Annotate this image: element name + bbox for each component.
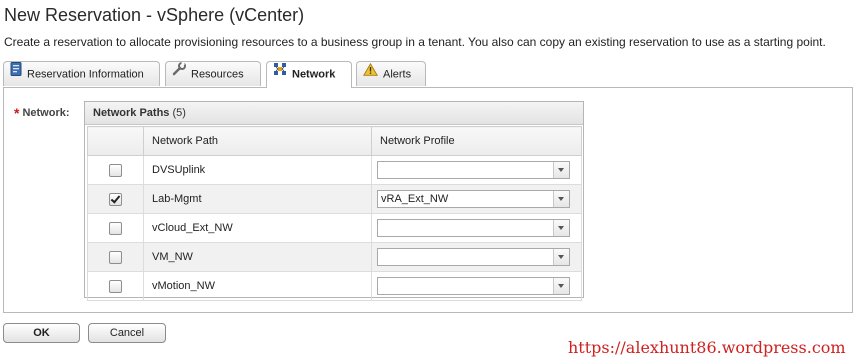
tab-label: Alerts: [383, 68, 412, 81]
network-label-text: Network:: [22, 107, 70, 119]
chevron-down-icon[interactable]: [553, 191, 569, 207]
row-select-cell: [87, 184, 144, 214]
chevron-down-icon[interactable]: [553, 162, 569, 178]
watermark-url: https://alexhunt86.wordpress.com: [568, 338, 846, 357]
network-profile-select[interactable]: [377, 277, 570, 295]
tab-reservation-information[interactable]: Reservation Information: [3, 61, 160, 86]
table-row: vMotion_NW: [87, 271, 582, 301]
row-select-cell: [87, 213, 144, 243]
network-path-cell: VM_NW: [143, 242, 372, 272]
chevron-down-icon[interactable]: [553, 278, 569, 294]
network-profile-select[interactable]: vRA_Ext_NW: [377, 190, 570, 208]
network-profile-select[interactable]: [377, 161, 570, 179]
row-checkbox[interactable]: [109, 250, 122, 264]
row-checkbox[interactable]: [109, 221, 122, 235]
table-header-row: Network Path Network Profile: [87, 126, 582, 156]
tab-resources[interactable]: Resources: [165, 61, 261, 86]
network-profile-cell: [371, 155, 582, 185]
table-row: VM_NW: [87, 242, 582, 272]
network-path-cell: vMotion_NW: [143, 271, 372, 301]
tab-label: Reservation Information: [27, 68, 144, 81]
network-field-label: * Network:: [14, 103, 70, 121]
network-path-cell: Lab-Mgmt: [143, 184, 372, 214]
tab-label: Resources: [191, 68, 244, 81]
column-header-network-profile[interactable]: Network Profile: [371, 126, 582, 156]
chevron-down-icon[interactable]: [553, 220, 569, 236]
page-subtitle: Create a reservation to allocate provisi…: [4, 35, 826, 49]
network-paths-table: Network Path Network Profile DVSUplink La…: [87, 126, 582, 301]
column-header-select: [87, 126, 144, 156]
network-paths-count: (5): [172, 107, 186, 119]
wrench-icon: [172, 61, 186, 86]
network-paths-box: Network Paths (5) Network Path Network P…: [84, 101, 584, 301]
tab-network[interactable]: Network: [266, 61, 352, 88]
row-select-cell: [87, 242, 144, 272]
network-profile-select[interactable]: [377, 248, 570, 266]
network-profile-cell: vRA_Ext_NW: [371, 184, 582, 214]
required-marker: *: [14, 105, 20, 121]
network-path-cell: DVSUplink: [143, 155, 372, 185]
document-icon: [10, 61, 22, 86]
tab-alerts[interactable]: Alerts: [356, 61, 426, 86]
table-row: Lab-Mgmt vRA_Ext_NW: [87, 184, 582, 214]
ok-button[interactable]: OK: [3, 323, 80, 343]
network-profile-value: vRA_Ext_NW: [381, 193, 449, 205]
network-profile-cell: [371, 242, 582, 272]
page-title: New Reservation - vSphere (vCenter): [4, 5, 305, 25]
network-profile-select[interactable]: [377, 219, 570, 237]
network-paths-header: Network Paths (5): [85, 102, 583, 125]
network-path-cell: vCloud_Ext_NW: [143, 213, 372, 243]
network-profile-cell: [371, 271, 582, 301]
row-select-cell: [87, 271, 144, 301]
row-checkbox[interactable]: [109, 192, 122, 206]
network-paths-title: Network Paths: [93, 107, 170, 119]
network-tab-panel: * Network: Network Paths (5) Network Path…: [3, 87, 853, 313]
row-select-cell: [87, 155, 144, 185]
network-icon: [273, 61, 287, 86]
row-checkbox[interactable]: [109, 163, 122, 177]
network-profile-cell: [371, 213, 582, 243]
row-checkbox[interactable]: [109, 279, 122, 293]
warning-icon: [363, 61, 378, 86]
chevron-down-icon[interactable]: [553, 249, 569, 265]
tab-label: Network: [292, 68, 336, 81]
column-header-network-path[interactable]: Network Path: [143, 126, 372, 156]
cancel-button[interactable]: Cancel: [88, 323, 166, 343]
table-row: vCloud_Ext_NW: [87, 213, 582, 243]
table-row: DVSUplink: [87, 155, 582, 185]
